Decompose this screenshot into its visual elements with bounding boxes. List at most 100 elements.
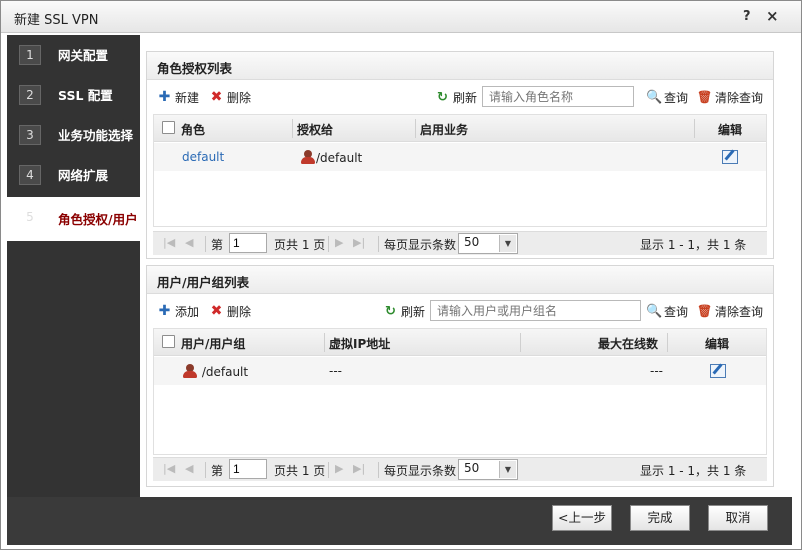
delete-user-button[interactable]: ✖ 删除 bbox=[209, 302, 251, 320]
column-divider bbox=[292, 119, 293, 138]
step-role-auth-user[interactable]: 5 角色授权/用户 bbox=[7, 197, 140, 241]
chevron-down-icon: ▼ bbox=[499, 235, 516, 252]
page-number-input[interactable] bbox=[229, 233, 267, 253]
edit-icon[interactable] bbox=[710, 364, 726, 378]
prev-page-icon[interactable]: ◀ bbox=[185, 462, 193, 475]
add-user-button[interactable]: ✚ 添加 bbox=[157, 302, 199, 320]
select-all-checkbox[interactable] bbox=[162, 335, 175, 348]
wizard-steps: 1 网关配置 2 SSL 配置 3 业务功能选择 4 网络扩展 5 角色授权/用… bbox=[7, 35, 140, 497]
pager-divider bbox=[378, 462, 379, 478]
pager-divider bbox=[328, 236, 329, 252]
column-divider bbox=[520, 333, 521, 352]
title-bar: 新建 SSL VPN ? × bbox=[1, 1, 801, 33]
refresh-role-button[interactable]: ↻ 刷新 bbox=[435, 88, 477, 106]
user-name: /default bbox=[201, 365, 249, 379]
page-prefix: 第 bbox=[211, 464, 224, 478]
user-cell: /default bbox=[182, 364, 248, 379]
page-suffix: 页共 1 页 bbox=[274, 238, 326, 252]
user-table: 用户/用户组 虚拟IP地址 最大在线数 编辑 /default --- --- bbox=[153, 328, 767, 455]
user-group-icon bbox=[300, 150, 316, 164]
pager-divider bbox=[205, 236, 206, 252]
button-label: 添加 bbox=[175, 304, 200, 319]
new-role-button[interactable]: ✚ 新建 bbox=[157, 88, 199, 106]
column-divider bbox=[415, 119, 416, 138]
dialog-title: 新建 SSL VPN bbox=[14, 13, 99, 28]
user-group-icon bbox=[182, 364, 198, 378]
button-label: 新建 bbox=[175, 90, 200, 105]
delete-icon: ✖ bbox=[210, 88, 223, 105]
step-number: 5 bbox=[19, 207, 41, 227]
select-all-checkbox[interactable] bbox=[162, 121, 175, 134]
last-page-icon[interactable]: ▶| bbox=[353, 236, 365, 249]
step-number: 1 bbox=[19, 45, 41, 65]
pager-summary: 显示 1 - 1，共 1 条 bbox=[640, 464, 747, 478]
button-label: 删除 bbox=[227, 304, 252, 319]
close-icon[interactable]: × bbox=[766, 7, 779, 25]
cancel-button[interactable]: 取消 bbox=[708, 505, 768, 531]
column-header: 角色 bbox=[181, 123, 206, 137]
table-row: default /default bbox=[154, 143, 766, 171]
panel-header: 用户/用户组列表 bbox=[147, 266, 773, 294]
next-page-icon[interactable]: ▶ bbox=[335, 236, 343, 249]
delete-role-button[interactable]: ✖ 删除 bbox=[209, 88, 251, 106]
step-business-select[interactable]: 3 业务功能选择 bbox=[7, 115, 140, 155]
first-page-icon[interactable]: |◀ bbox=[163, 236, 175, 249]
prev-page-icon[interactable]: ◀ bbox=[185, 236, 193, 249]
per-page-select[interactable]: 50 ▼ bbox=[458, 459, 518, 480]
per-page-value: 50 bbox=[464, 461, 480, 475]
last-page-icon[interactable]: ▶| bbox=[353, 462, 365, 475]
footer-bar: <上一步 完成 取消 bbox=[7, 497, 792, 545]
column-header: 编辑 bbox=[705, 337, 730, 351]
delete-icon: ✖ bbox=[210, 302, 223, 319]
button-label: 查询 bbox=[664, 90, 689, 105]
table-header: 角色 授权给 启用业务 编辑 bbox=[154, 115, 766, 142]
column-header: 授权给 bbox=[297, 123, 334, 137]
role-search-input[interactable] bbox=[482, 86, 634, 107]
query-role-button[interactable]: 🔍 查询 bbox=[646, 88, 688, 106]
first-page-icon[interactable]: |◀ bbox=[163, 462, 175, 475]
per-page-label: 每页显示条数 bbox=[384, 464, 457, 478]
query-user-button[interactable]: 🔍 查询 bbox=[646, 302, 688, 320]
user-search-input[interactable] bbox=[430, 300, 641, 321]
column-divider bbox=[694, 119, 695, 138]
role-name-link[interactable]: default bbox=[182, 150, 224, 164]
user-group-panel: 用户/用户组列表 ✚ 添加 ✖ 删除 ↻ 刷新 🔍查询 🗑清除查询 用户/用户组 虚拟… bbox=[146, 265, 774, 487]
grant-to-cell: /default bbox=[300, 150, 362, 165]
next-page-icon[interactable]: ▶ bbox=[335, 462, 343, 475]
page-suffix: 页共 1 页 bbox=[274, 464, 326, 478]
clear-query-role-button[interactable]: 🗑 清除查询 bbox=[697, 88, 763, 106]
button-label: 刷新 bbox=[453, 90, 478, 105]
step-label: 角色授权/用户 bbox=[58, 211, 138, 227]
per-page-value: 50 bbox=[464, 235, 480, 249]
table-row: /default --- --- bbox=[154, 357, 766, 385]
user-toolbar: ✚ 添加 ✖ 删除 ↻ 刷新 🔍查询 🗑清除查询 bbox=[147, 294, 773, 326]
prev-step-button[interactable]: <上一步 bbox=[552, 505, 612, 531]
button-label: 查询 bbox=[664, 304, 689, 319]
step-label: 业务功能选择 bbox=[58, 127, 134, 143]
role-auth-panel: 角色授权列表 ✚ 新建 ✖ 删除 ↻ 刷新 🔍查询 🗑清除查询 角色 授权给 启用业务 bbox=[146, 51, 774, 259]
step-ssl-config[interactable]: 2 SSL 配置 bbox=[7, 75, 140, 115]
button-label: 清除查询 bbox=[715, 304, 764, 319]
search-icon: 🔍 bbox=[646, 303, 663, 319]
help-icon[interactable]: ? bbox=[743, 9, 751, 24]
per-page-select[interactable]: 50 ▼ bbox=[458, 233, 518, 254]
step-label: 网关配置 bbox=[58, 47, 109, 63]
user-pager: |◀ ◀ 第 页共 1 页 ▶ ▶| 每页显示条数 50 ▼ 显示 1 - 1，共… bbox=[153, 457, 767, 481]
table-header: 用户/用户组 虚拟IP地址 最大在线数 编辑 bbox=[154, 329, 766, 356]
step-gateway-config[interactable]: 1 网关配置 bbox=[7, 35, 140, 75]
column-header: 编辑 bbox=[718, 123, 743, 137]
pager-summary: 显示 1 - 1，共 1 条 bbox=[640, 238, 747, 252]
dialog-window: 新建 SSL VPN ? × 1 网关配置 2 SSL 配置 3 业务功能选择 … bbox=[0, 0, 802, 550]
column-header: 最大在线数 bbox=[598, 337, 659, 351]
clear-icon: 🗑 bbox=[697, 89, 713, 104]
step-network-extension[interactable]: 4 网络扩展 bbox=[7, 155, 140, 195]
refresh-user-button[interactable]: ↻ 刷新 bbox=[383, 302, 425, 320]
column-divider bbox=[667, 333, 668, 352]
virtual-ip-cell: --- bbox=[329, 364, 342, 378]
edit-icon[interactable] bbox=[722, 150, 738, 164]
finish-button[interactable]: 完成 bbox=[630, 505, 690, 531]
clear-query-user-button[interactable]: 🗑 清除查询 bbox=[697, 302, 763, 320]
refresh-icon: ↻ bbox=[437, 89, 448, 105]
panel-title: 角色授权列表 bbox=[157, 61, 233, 76]
page-number-input[interactable] bbox=[229, 459, 267, 479]
